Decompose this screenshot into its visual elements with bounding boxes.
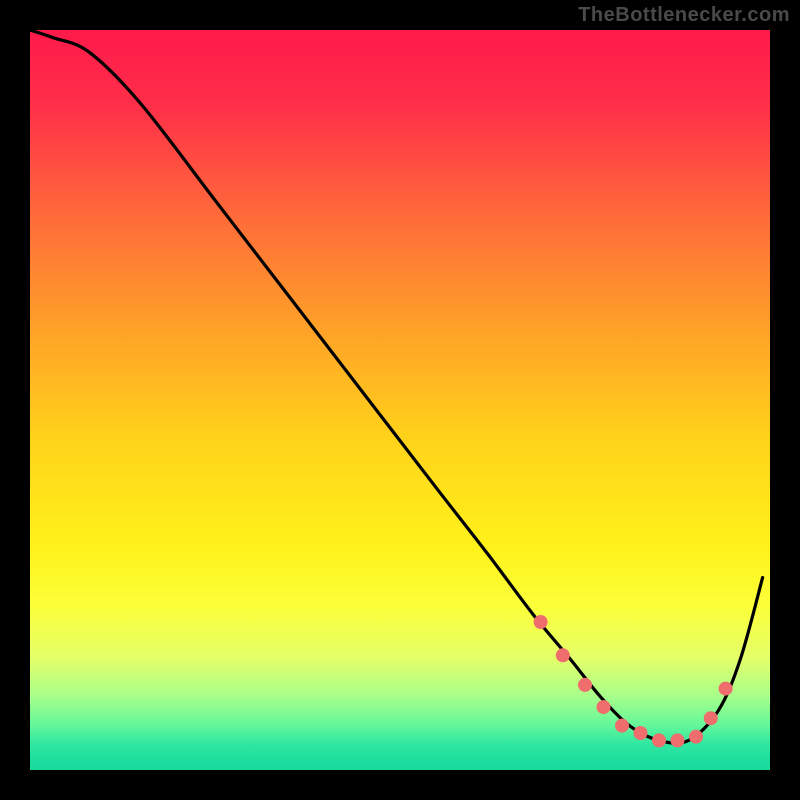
- series-marker: [634, 726, 648, 740]
- series-marker: [671, 733, 685, 747]
- gradient-background: [30, 30, 770, 770]
- series-marker: [534, 615, 548, 629]
- series-marker: [597, 700, 611, 714]
- series-marker: [652, 733, 666, 747]
- series-marker: [704, 711, 718, 725]
- bottleneck-chart: [30, 30, 770, 770]
- series-marker: [556, 648, 570, 662]
- series-marker: [719, 682, 733, 696]
- watermark-label: TheBottlenecker.com: [578, 4, 790, 27]
- plot-area: [30, 30, 770, 770]
- series-marker: [615, 719, 629, 733]
- chart-frame: TheBottlenecker.com: [0, 0, 800, 800]
- series-marker: [689, 730, 703, 744]
- series-marker: [578, 678, 592, 692]
